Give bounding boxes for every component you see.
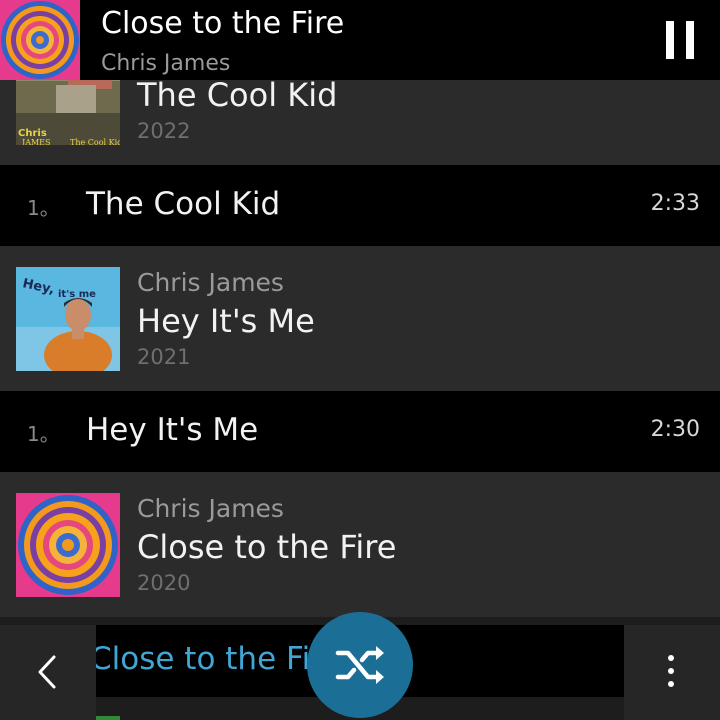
- track-title: Hey It's Me: [86, 412, 259, 448]
- title-strip-text: Close to the Fire: [96, 641, 342, 677]
- album-year: 2021: [137, 345, 191, 369]
- track-row[interactable]: 1。 The Cool Kid 2:33: [0, 165, 720, 246]
- album-title: Hey It's Me: [137, 302, 315, 340]
- spiral-album-art: [16, 493, 120, 597]
- track-title: The Cool Kid: [86, 186, 281, 222]
- svg-text:it's me: it's me: [58, 289, 96, 300]
- now-playing-title: Close to the Fire: [101, 6, 345, 41]
- track-duration: 2:30: [650, 417, 700, 442]
- shuffle-icon: [335, 646, 384, 684]
- more-options-button[interactable]: [624, 625, 720, 720]
- album-year: 2022: [137, 119, 191, 143]
- album-title: Close to the Fire: [137, 528, 397, 566]
- svg-text:JAMES: JAMES: [21, 138, 51, 145]
- album-artist: Chris James: [137, 268, 284, 297]
- pause-icon: [686, 21, 694, 59]
- album-row-hey-its-me[interactable]: Hey, it's me Chris James Hey It's Me 202…: [0, 246, 720, 391]
- portrait-album-art: Hey, it's me: [16, 267, 120, 371]
- shuffle-button[interactable]: [307, 612, 413, 718]
- album-title: The Cool Kid: [137, 76, 338, 114]
- now-playing-bar[interactable]: Close to the Fire Chris James: [0, 0, 720, 80]
- more-vertical-icon: [668, 655, 674, 687]
- back-button[interactable]: [0, 625, 96, 720]
- next-item-peek: [96, 716, 120, 720]
- track-number: 1。: [27, 422, 60, 446]
- album-row-close-to-the-fire[interactable]: Chris James Close to the Fire 2020: [0, 472, 720, 617]
- chevron-left-icon: [38, 655, 56, 689]
- svg-text:The Cool Kid: The Cool Kid: [70, 138, 120, 145]
- now-playing-artist: Chris James: [101, 51, 231, 76]
- track-number: 1。: [27, 196, 60, 220]
- album-year: 2020: [137, 571, 191, 595]
- pause-icon: [666, 21, 674, 59]
- spiral-album-art: [0, 0, 80, 80]
- pause-button[interactable]: [660, 18, 700, 62]
- track-duration: 2:33: [650, 191, 700, 216]
- album-artist: Chris James: [137, 494, 284, 523]
- track-row[interactable]: 1。 Hey It's Me 2:30: [0, 391, 720, 472]
